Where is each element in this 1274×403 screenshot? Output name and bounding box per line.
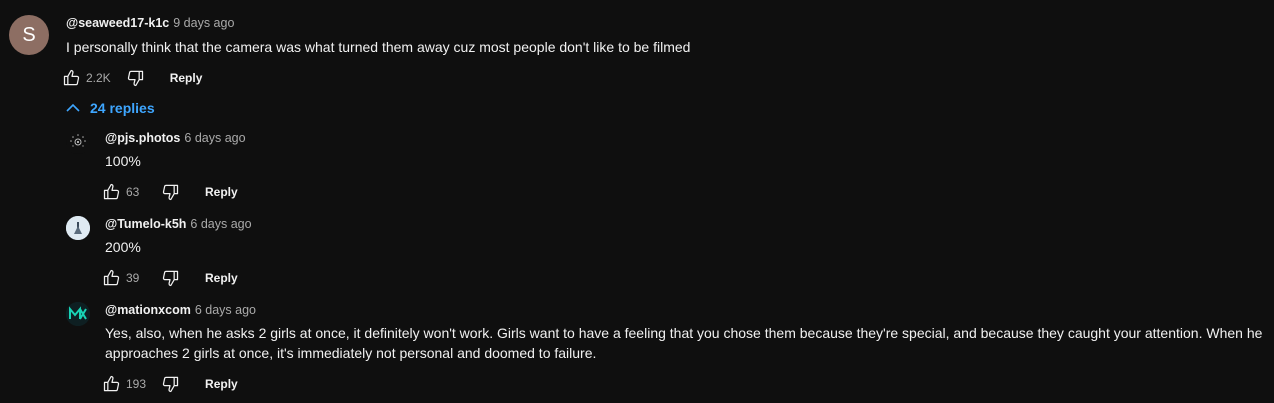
comment-author[interactable]: @mationxcom <box>105 303 191 317</box>
avatar[interactable] <box>66 216 90 240</box>
comments-section: S @seaweed17-k1c 9 days ago I personally … <box>0 0 1274 403</box>
avatar-letter: S <box>22 23 36 46</box>
reply-button[interactable]: Reply <box>205 271 238 285</box>
replies-toggle-button[interactable]: 24 replies <box>66 100 155 116</box>
comment-actions: 63 Reply <box>102 180 238 204</box>
avatar[interactable]: S <box>9 15 49 55</box>
thumb-down-icon[interactable] <box>125 68 145 88</box>
thumb-up-icon[interactable] <box>102 268 122 288</box>
comment-actions: 2.2K Reply <box>62 66 202 90</box>
comment-header: @mationxcom 6 days ago <box>105 303 256 317</box>
avatar-image <box>66 216 90 240</box>
thumb-down-icon[interactable] <box>160 182 180 202</box>
like-count: 193 <box>126 377 147 391</box>
comment-text: 200% <box>105 239 141 255</box>
avatar[interactable] <box>66 302 90 326</box>
comment-actions: 193 Reply <box>102 372 238 396</box>
comment-text-line: approaches 2 girls at once, it's immedia… <box>105 345 597 361</box>
reply-button[interactable]: Reply <box>205 377 238 391</box>
like-count: 2.2K <box>86 71 111 85</box>
comment-header: @pjs.photos 6 days ago <box>105 131 246 145</box>
comment-author[interactable]: @pjs.photos <box>105 131 180 145</box>
thumb-down-icon[interactable] <box>160 268 180 288</box>
like-count: 39 <box>126 271 140 285</box>
comment-time[interactable]: 9 days ago <box>173 16 234 30</box>
comment-header: @Tumelo-k5h 6 days ago <box>105 217 252 231</box>
like-count: 63 <box>126 185 140 199</box>
comment-text: I personally think that the camera was w… <box>66 39 691 55</box>
chevron-up-icon <box>66 103 80 112</box>
comment-time[interactable]: 6 days ago <box>190 217 251 231</box>
comment-author[interactable]: @Tumelo-k5h <box>105 217 186 231</box>
thumb-up-icon[interactable] <box>102 182 122 202</box>
comment-header: @seaweed17-k1c 9 days ago <box>66 16 234 30</box>
comment-author[interactable]: @seaweed17-k1c <box>66 16 169 30</box>
comment-actions: 39 Reply <box>102 266 238 290</box>
comment-text-line: Yes, also, when he asks 2 girls at once,… <box>105 325 1263 341</box>
avatar-image <box>70 134 86 147</box>
reply-button[interactable]: Reply <box>205 185 238 199</box>
reply-button[interactable]: Reply <box>170 71 203 85</box>
thumb-up-icon[interactable] <box>102 374 122 394</box>
comment-text: 100% <box>105 153 141 169</box>
thumb-down-icon[interactable] <box>160 374 180 394</box>
avatar-image <box>66 302 90 326</box>
thumb-up-icon[interactable] <box>62 68 82 88</box>
comment-time[interactable]: 6 days ago <box>195 303 256 317</box>
avatar[interactable] <box>66 130 90 154</box>
comment-time[interactable]: 6 days ago <box>184 131 245 145</box>
replies-count-label: 24 replies <box>90 100 155 116</box>
